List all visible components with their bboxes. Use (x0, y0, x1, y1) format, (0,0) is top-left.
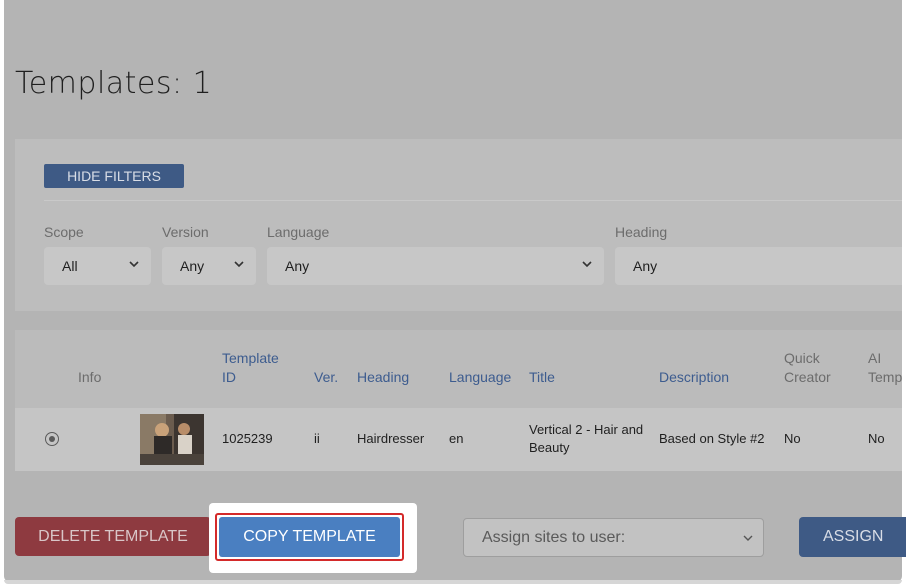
delete-template-button[interactable]: DELETE TEMPLATE (15, 517, 211, 556)
table-row[interactable]: 1025239 ii Hairdresser en Vertical 2 - H… (15, 408, 902, 471)
header-template-id-line2: ID (222, 369, 236, 385)
header-heading[interactable]: Heading (357, 368, 409, 387)
header-template-id[interactable]: Template ID (222, 349, 279, 387)
heading-select[interactable]: Any (615, 247, 902, 285)
cell-ai-template: No (868, 431, 885, 446)
cell-quick-creator: No (784, 431, 801, 446)
header-quick-creator: Quick Creator (784, 349, 831, 387)
language-select[interactable]: Any (267, 247, 604, 285)
cell-title: Vertical 2 - Hair and Beauty (529, 421, 643, 457)
chevron-down-icon (129, 261, 139, 268)
cell-title-line1: Vertical 2 - Hair and (529, 422, 644, 437)
language-label: Language (267, 224, 330, 240)
header-quick-creator-line1: Quick (784, 350, 820, 366)
cell-ver: ii (314, 431, 320, 446)
page-title: Templates: 1 (15, 66, 213, 101)
heading-label: Heading (615, 224, 668, 240)
language-select-value: Any (285, 258, 310, 274)
version-select-value: Any (180, 258, 205, 274)
scope-select-value: All (62, 258, 78, 274)
templates-table: Info Template ID Ver. Heading Language T… (15, 330, 902, 471)
header-ai-template-line1: AI (868, 350, 882, 366)
header-template-id-line1: Template (222, 350, 279, 366)
cell-language: en (449, 431, 464, 446)
page-shadow (4, 580, 902, 584)
cell-title-line2: Beauty (529, 440, 570, 455)
version-select[interactable]: Any (162, 247, 256, 285)
chevron-down-icon (582, 261, 592, 268)
header-ai-template: AI Templ (868, 349, 902, 387)
chevron-down-icon (234, 261, 244, 268)
header-quick-creator-line2: Creator (784, 369, 831, 385)
heading-select-value: Any (633, 258, 658, 274)
scope-label: Scope (44, 224, 84, 240)
scope-select[interactable]: All (44, 247, 151, 285)
thumbnail-image (140, 414, 204, 465)
cell-heading: Hairdresser (357, 431, 425, 446)
copy-template-button[interactable]: COPY TEMPLATE (219, 517, 400, 557)
filters-divider (44, 200, 902, 201)
row-select-radio[interactable] (45, 432, 59, 446)
filters-panel: HIDE FILTERS Scope All Version Any Langu… (15, 139, 902, 311)
chevron-down-icon (743, 535, 753, 541)
page: Templates: 1 HIDE FILTERS Scope All Vers… (4, 0, 902, 582)
cell-template-id: 1025239 (222, 431, 273, 446)
header-language[interactable]: Language (449, 368, 511, 387)
assign-button[interactable]: ASSIGN (799, 517, 906, 557)
header-description[interactable]: Description (659, 368, 729, 387)
header-title[interactable]: Title (529, 368, 555, 387)
version-label: Version (162, 224, 209, 240)
hide-filters-button[interactable]: HIDE FILTERS (44, 164, 184, 188)
assign-sites-select[interactable]: Assign sites to user: (463, 518, 764, 557)
cell-description: Based on Style #2 (659, 431, 765, 446)
assign-sites-placeholder: Assign sites to user: (482, 529, 626, 546)
template-thumbnail (140, 414, 204, 465)
header-ver[interactable]: Ver. (314, 368, 338, 387)
header-ai-template-line2: Templ (868, 369, 902, 385)
header-info: Info (78, 369, 102, 385)
